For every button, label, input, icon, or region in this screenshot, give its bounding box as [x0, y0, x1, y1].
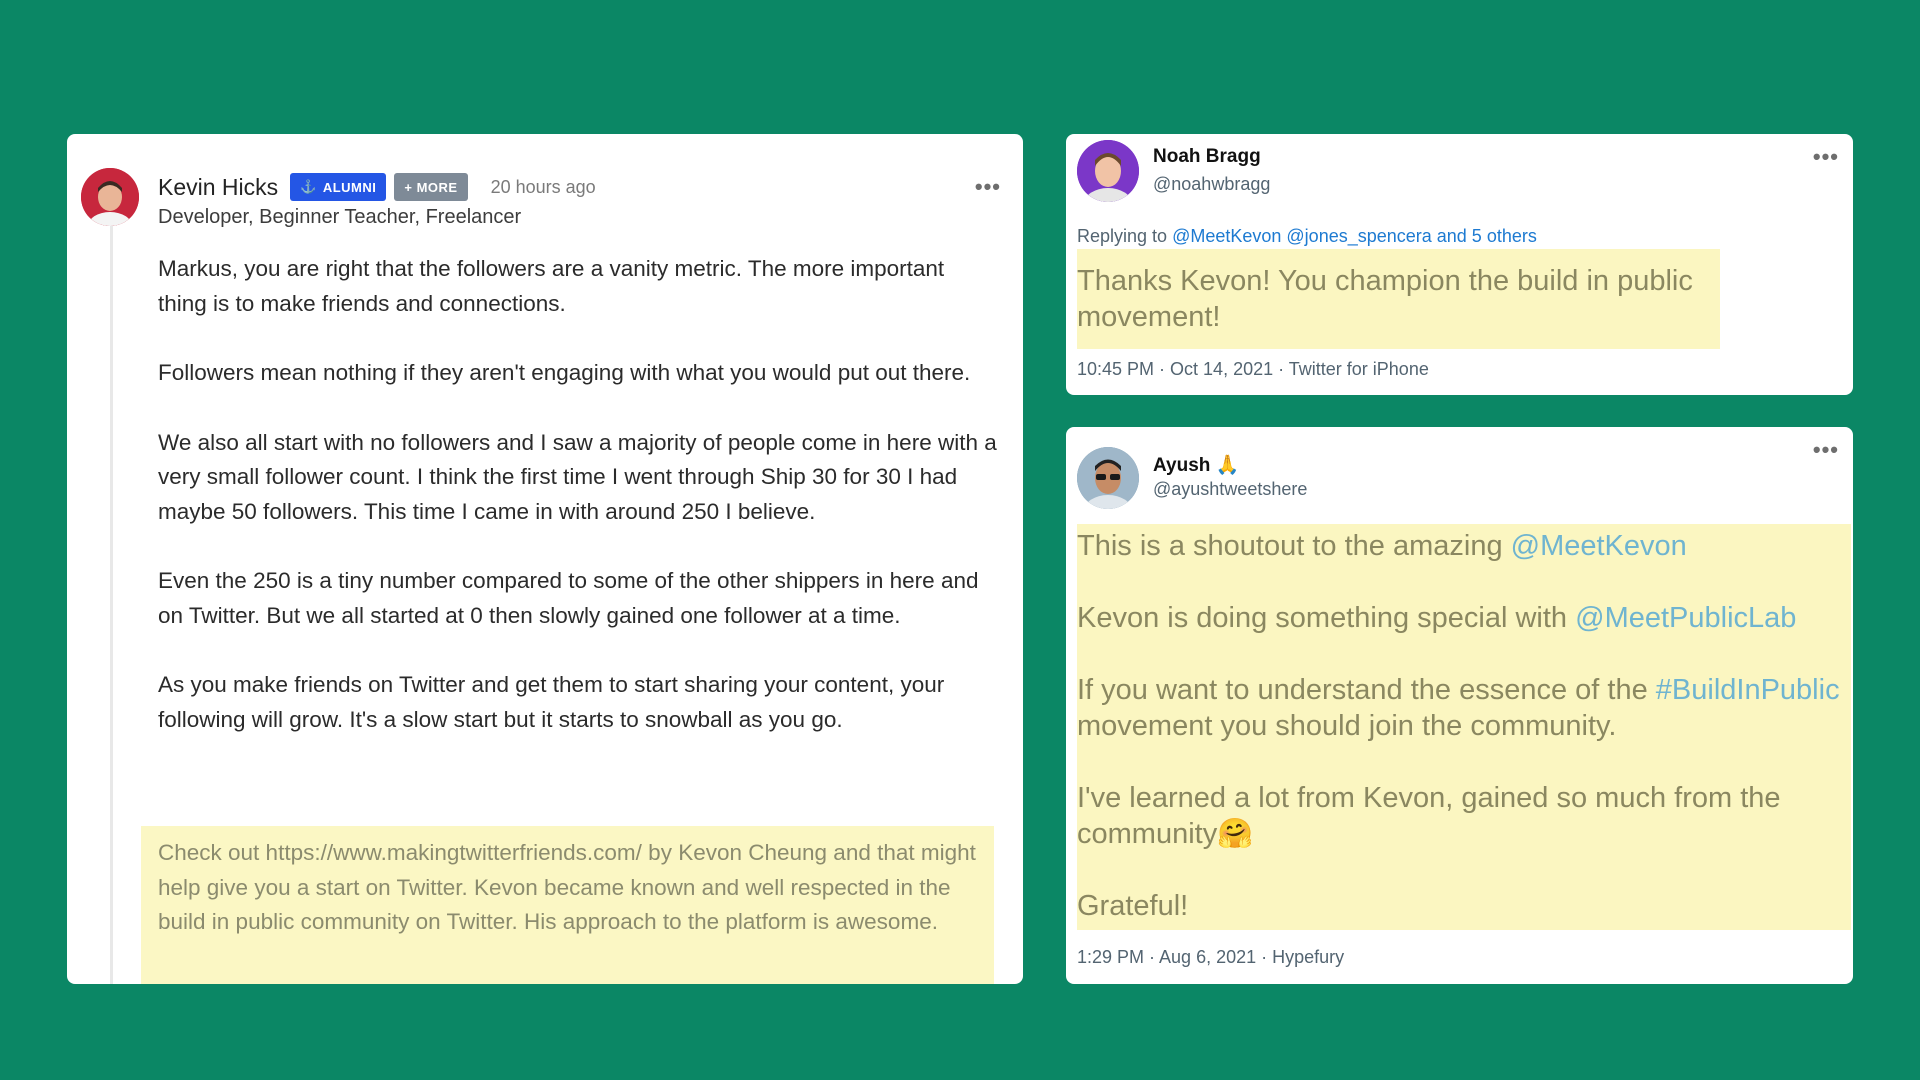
replying-to-mentions[interactable]: @MeetKevon @jones_spencera and 5 others	[1172, 226, 1537, 246]
more-options-icon[interactable]: •••	[975, 174, 1001, 200]
tweet-line-text: If you want to understand the essence of…	[1077, 674, 1648, 706]
more-options-icon[interactable]: •••	[1813, 437, 1839, 463]
author-row: Kevin Hicks ⚓ ALUMNI + MORE 20 hours ago	[158, 170, 596, 204]
avatar[interactable]	[81, 168, 139, 226]
author-subtitle: Developer, Beginner Teacher, Freelancer	[158, 206, 522, 228]
tweet-author-name-text: Ayush	[1153, 455, 1211, 476]
hugging-face-icon: 🤗	[1217, 818, 1254, 850]
comment-paragraph: We also all start with no followers and …	[158, 429, 997, 524]
folded-hands-icon: 🙏	[1215, 455, 1240, 476]
tweet-timestamp[interactable]: 10:45 PM · Oct 14, 2021 · Twitter for iP…	[1077, 359, 1429, 380]
tweet-text-highlight: This is a shoutout to the amazing @MeetK…	[1077, 524, 1851, 930]
tweet-line-text: This is a shoutout to the amazing	[1077, 530, 1503, 562]
thread-line	[110, 226, 113, 984]
replying-to: Replying to @MeetKevon @jones_spencera a…	[1077, 226, 1537, 247]
more-badges-button[interactable]: + MORE	[394, 173, 468, 201]
tweet-text: Thanks Kevon! You champion the build in …	[1077, 265, 1693, 333]
tweet-author-handle[interactable]: @noahwbragg	[1153, 174, 1270, 195]
highlighted-text: Check out https://www.makingtwitterfrien…	[158, 840, 976, 934]
tweet-line-text: Grateful!	[1077, 890, 1189, 922]
tweet-line: If you want to understand the essence of…	[1077, 672, 1851, 744]
author-name[interactable]: Kevin Hicks	[158, 174, 278, 201]
comment-paragraph: Markus, you are right that the followers…	[158, 256, 945, 316]
comment-paragraph: As you make friends on Twitter and get t…	[158, 672, 945, 732]
tweet-line: Grateful!	[1077, 888, 1851, 924]
mention-link[interactable]: @MeetKevon	[1511, 530, 1687, 562]
tweet-line: Kevon is doing something special with @M…	[1077, 600, 1851, 636]
comment-body: Markus, you are right that the followers…	[158, 252, 998, 772]
alumni-badge-label: ALUMNI	[322, 179, 377, 195]
tweet-line-text: Kevon is doing something special with	[1077, 602, 1568, 634]
comment-card: Kevin Hicks ⚓ ALUMNI + MORE 20 hours ago…	[67, 134, 1023, 984]
tweet-line: This is a shoutout to the amazing @MeetK…	[1077, 528, 1851, 564]
mention-link[interactable]: @MeetPublicLab	[1575, 602, 1796, 634]
tweet-card-ayush: Ayush 🙏 @ayushtweetshere ••• This is a s…	[1066, 427, 1853, 984]
anchor-icon: ⚓	[300, 179, 317, 194]
replying-to-label: Replying to	[1077, 226, 1168, 246]
tweet-card-noah: Noah Bragg @noahwbragg ••• Replying to @…	[1066, 134, 1853, 395]
more-badges-label: + MORE	[404, 179, 458, 195]
highlighted-paragraph: Check out https://www.makingtwitterfrien…	[141, 826, 994, 984]
more-options-icon[interactable]: •••	[1813, 144, 1839, 170]
avatar-portrait	[81, 168, 139, 226]
tweet-author-name[interactable]: Noah Bragg	[1153, 146, 1261, 168]
tweet-author-name[interactable]: Ayush 🙏	[1153, 453, 1239, 477]
tweet-author-handle[interactable]: @ayushtweetshere	[1153, 479, 1307, 500]
avatar-portrait	[1077, 447, 1139, 509]
tweet-text-highlight: Thanks Kevon! You champion the build in …	[1077, 249, 1720, 349]
timestamp[interactable]: 20 hours ago	[491, 177, 596, 198]
alumni-badge[interactable]: ⚓ ALUMNI	[290, 173, 387, 201]
hashtag-link[interactable]: #BuildInPublic	[1656, 674, 1840, 706]
avatar-portrait	[1077, 140, 1139, 202]
comment-paragraph: Followers mean nothing if they aren't en…	[158, 360, 971, 385]
avatar[interactable]	[1077, 447, 1139, 509]
comment-paragraph: Even the 250 is a tiny number compared t…	[158, 568, 979, 628]
tweet-line-text: I've learned a lot from Kevon, gained so…	[1077, 782, 1781, 850]
tweet-timestamp[interactable]: 1:29 PM · Aug 6, 2021 · Hypefury	[1077, 947, 1344, 968]
avatar[interactable]	[1077, 140, 1139, 202]
tweet-line-text: movement you should join the community.	[1077, 710, 1617, 742]
tweet-line: I've learned a lot from Kevon, gained so…	[1077, 780, 1851, 852]
